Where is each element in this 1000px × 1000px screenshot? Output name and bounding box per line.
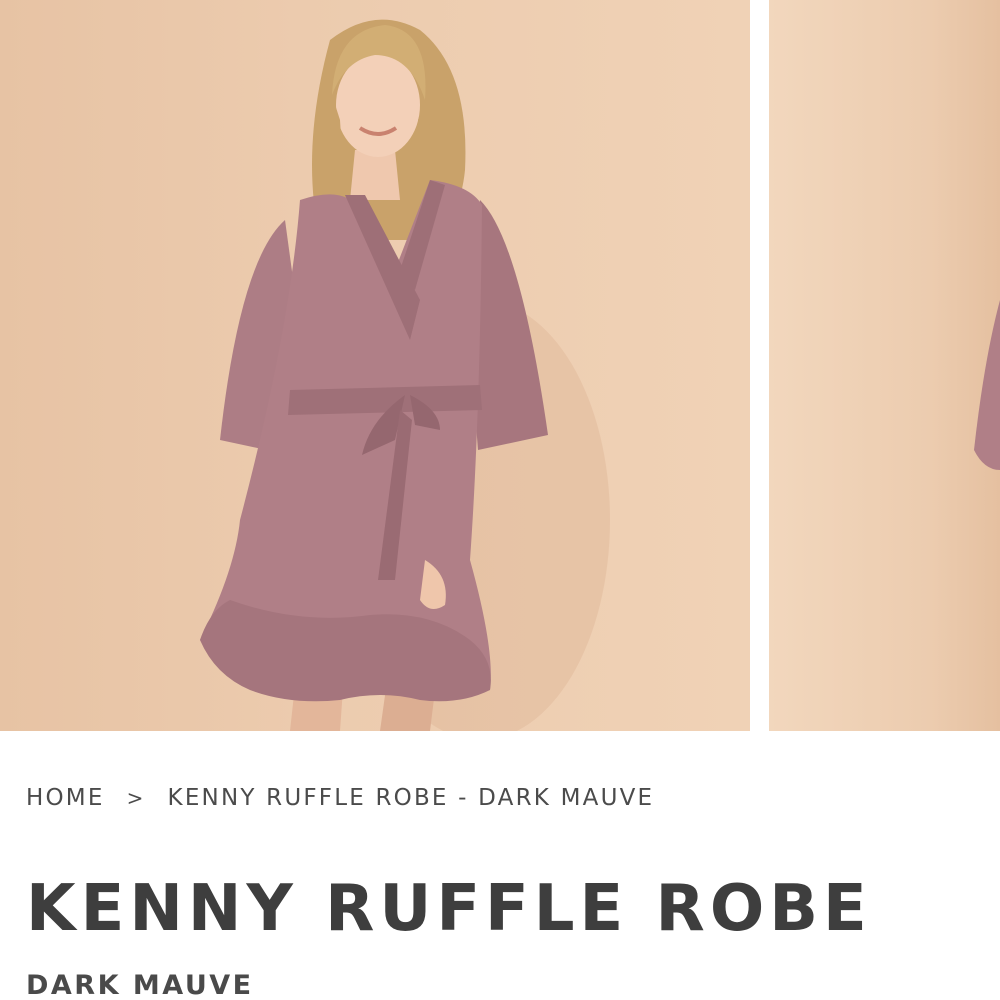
product-title: KENNY RUFFLE ROBE [26, 872, 872, 946]
breadcrumb-current: KENNY RUFFLE ROBE - DARK MAUVE [167, 785, 655, 811]
product-image-main[interactable] [0, 0, 750, 731]
breadcrumb: HOME > KENNY RUFFLE ROBE - DARK MAUVE [26, 785, 654, 811]
breadcrumb-chevron-icon: > [126, 786, 146, 810]
product-color-name: DARK MAUVE [26, 970, 254, 1000]
breadcrumb-home-link[interactable]: HOME [26, 785, 105, 811]
product-page: HOME > KENNY RUFFLE ROBE - DARK MAUVE KE… [0, 0, 1000, 1000]
product-image-secondary[interactable] [769, 0, 1000, 731]
model-photo-partial [974, 300, 1000, 470]
product-image-carousel[interactable] [0, 0, 1000, 731]
model-photo [200, 19, 610, 731]
